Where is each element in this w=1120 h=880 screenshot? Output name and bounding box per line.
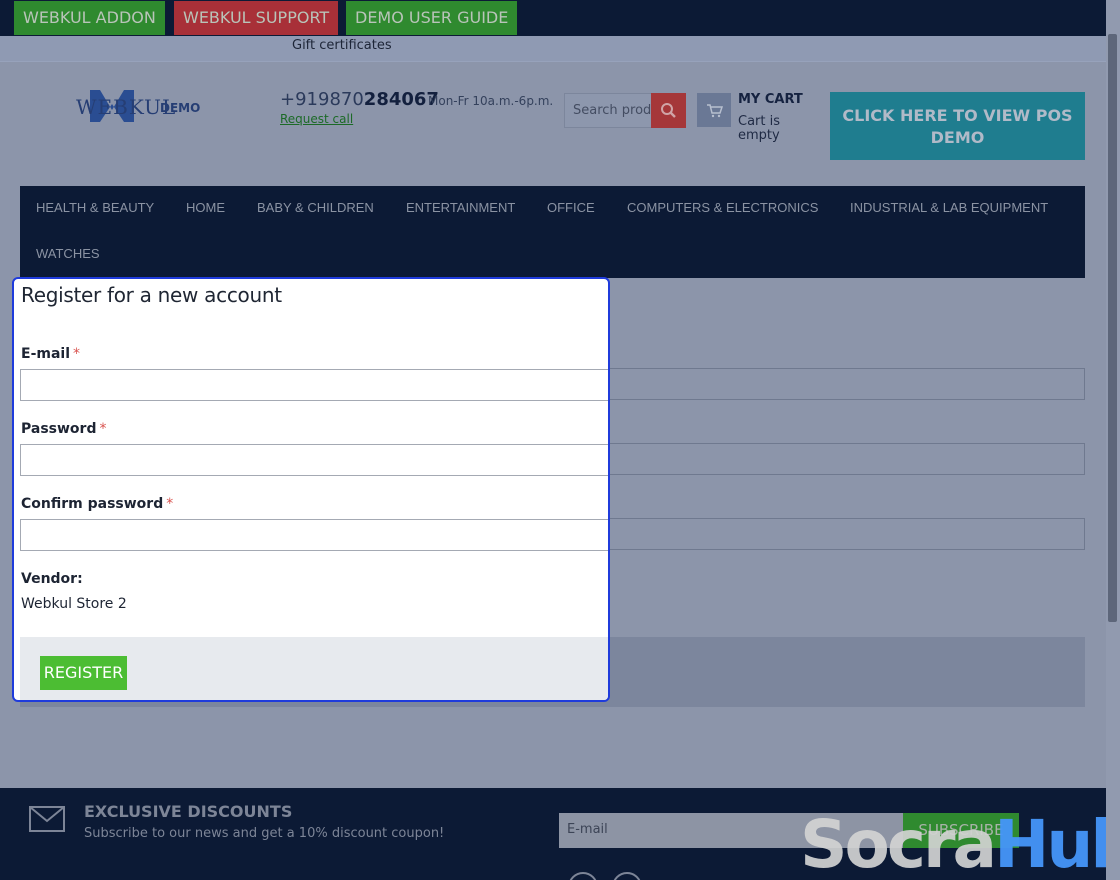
form-title: Register for a new account	[21, 283, 282, 307]
nav-item-office[interactable]: OFFICE	[547, 200, 595, 215]
envelope-icon	[29, 806, 65, 832]
search-input[interactable]: Search prod	[564, 93, 652, 128]
top-link-bar	[0, 0, 1106, 36]
cart-status: Cart is empty	[738, 114, 781, 143]
search-icon	[661, 103, 676, 118]
vendor-value: Webkul Store 2	[21, 596, 127, 612]
password-label: Password *	[21, 421, 107, 437]
nav-item-industrial-lab-equipment[interactable]: INDUSTRIAL & LAB EQUIPMENT	[850, 200, 1048, 215]
webkul-support-button[interactable]: WEBKUL SUPPORT	[174, 1, 339, 35]
cart-icon	[707, 104, 724, 118]
search-button[interactable]	[651, 93, 686, 128]
register-form-panel: Register for a new account E-mail * Passw…	[12, 277, 610, 702]
newsletter-subtitle: Subscribe to our news and get a 10% disc…	[84, 826, 445, 841]
nav-item-entertainment[interactable]: ENTERTAINMENT	[406, 200, 515, 215]
view-pos-demo-button[interactable]: CLICK HERE TO VIEW POS DEMO	[830, 92, 1085, 160]
email-field[interactable]	[20, 369, 608, 401]
newsletter-title: EXCLUSIVE DISCOUNTS	[84, 802, 293, 821]
cart-button[interactable]	[697, 93, 731, 127]
demo-user-guide-button[interactable]: DEMO USER GUIDE	[346, 1, 518, 35]
vendor-label: Vendor:	[21, 571, 83, 587]
secondary-links-bar: Gift certificates	[0, 36, 1106, 62]
nav-item-baby-children[interactable]: BABY & CHILDREN	[257, 200, 374, 215]
socrahub-watermark: SocraHub	[800, 806, 1120, 880]
request-call-link[interactable]: Request call	[280, 112, 353, 126]
password-field[interactable]	[20, 444, 608, 476]
page-scrollbar-thumb[interactable]	[1108, 34, 1117, 622]
main-navigation: HEALTH & BEAUTY HOME BABY & CHILDREN ENT…	[20, 186, 1085, 278]
confirm-password-field[interactable]	[20, 519, 608, 551]
nav-item-home[interactable]: HOME	[186, 200, 225, 215]
nav-item-computers-electronics[interactable]: COMPUTERS & ELECTRONICS	[627, 200, 818, 215]
my-cart-label[interactable]: MY CART	[738, 92, 803, 107]
nav-item-health-beauty[interactable]: HEALTH & BEAUTY	[36, 200, 154, 215]
webkul-addon-button[interactable]: WEBKUL ADDON	[14, 1, 165, 35]
business-hours: Mon-Fr 10a.m.-6p.m.	[428, 94, 554, 108]
phone-number: +919870284067	[280, 89, 439, 110]
logo-demo-label: DEMO	[160, 101, 201, 115]
email-label: E-mail *	[21, 346, 81, 362]
confirm-password-label: Confirm password *	[21, 496, 174, 512]
register-button[interactable]: REGISTER	[40, 656, 127, 690]
nav-item-watches[interactable]: WATCHES	[36, 246, 100, 261]
gift-certificates-link[interactable]: Gift certificates	[292, 38, 392, 53]
